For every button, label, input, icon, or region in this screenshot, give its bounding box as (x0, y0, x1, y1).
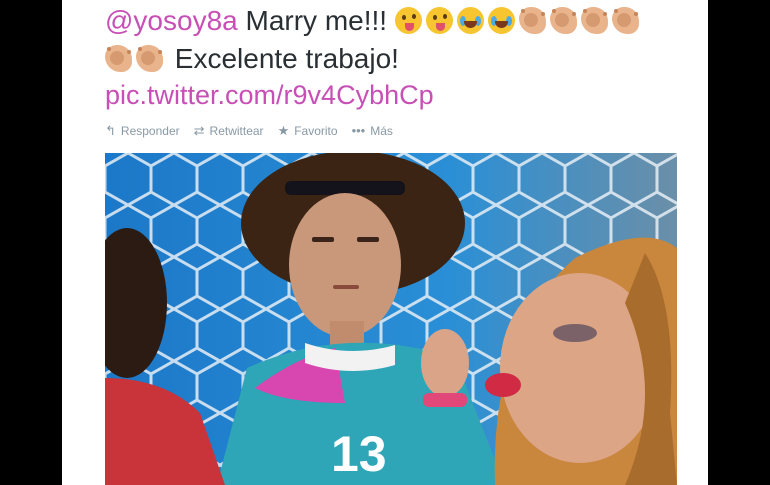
tweet-text: Marry me!!! (245, 5, 388, 36)
media-link[interactable]: pic.twitter.com/r9v4CybhCp (105, 78, 434, 112)
tweet-text-line-1: @yosoy8a Marry me!!! (105, 4, 643, 38)
clapping-hands-emoji-icon (549, 7, 577, 34)
tweet-photo[interactable]: 13 (105, 153, 677, 485)
clapping-hands-emoji-icon (580, 7, 608, 34)
winking-tongue-emoji-icon (394, 7, 422, 34)
clapping-hands-emoji-icon (611, 7, 639, 34)
reply-button[interactable]: ↰ Responder (105, 124, 180, 138)
photo-illustration: 13 (105, 153, 677, 485)
mention-link[interactable]: @yosoy8a (105, 5, 238, 36)
tweet-text: Excelente trabajo! (174, 43, 399, 74)
favorite-button[interactable]: ★ Favorito (278, 124, 338, 138)
more-dots-icon: ••• (351, 123, 366, 138)
favorite-label: Favorito (294, 124, 338, 138)
clapping-hands-emoji-icon (518, 7, 546, 34)
screenshot-stage: @yosoy8a Marry me!!! Excelente trabajo! … (0, 0, 770, 485)
winking-tongue-emoji-icon (425, 7, 453, 34)
retweet-icon: ⇄ (193, 123, 205, 138)
tweet-card: @yosoy8a Marry me!!! Excelente trabajo! … (62, 0, 708, 485)
jersey-number: 13 (331, 426, 387, 482)
star-icon: ★ (277, 123, 290, 138)
tweet-actions: ↰ Responder ⇄ Retwittear ★ Favorito ••• … (105, 124, 393, 138)
more-button[interactable]: ••• Más (352, 124, 393, 138)
retweet-label: Retwittear (209, 124, 264, 138)
tears-of-joy-emoji-icon (456, 7, 484, 34)
reply-label: Responder (120, 124, 180, 138)
tweet-text-line-2: Excelente trabajo! (105, 42, 399, 76)
retweet-button[interactable]: ⇄ Retwittear (194, 124, 264, 138)
reply-arrow-icon: ↰ (105, 123, 116, 138)
tears-of-joy-emoji-icon (487, 7, 515, 34)
clapping-hands-emoji-icon (136, 45, 163, 72)
clapping-hands-emoji-icon (105, 45, 132, 72)
more-label: Más (370, 124, 393, 138)
